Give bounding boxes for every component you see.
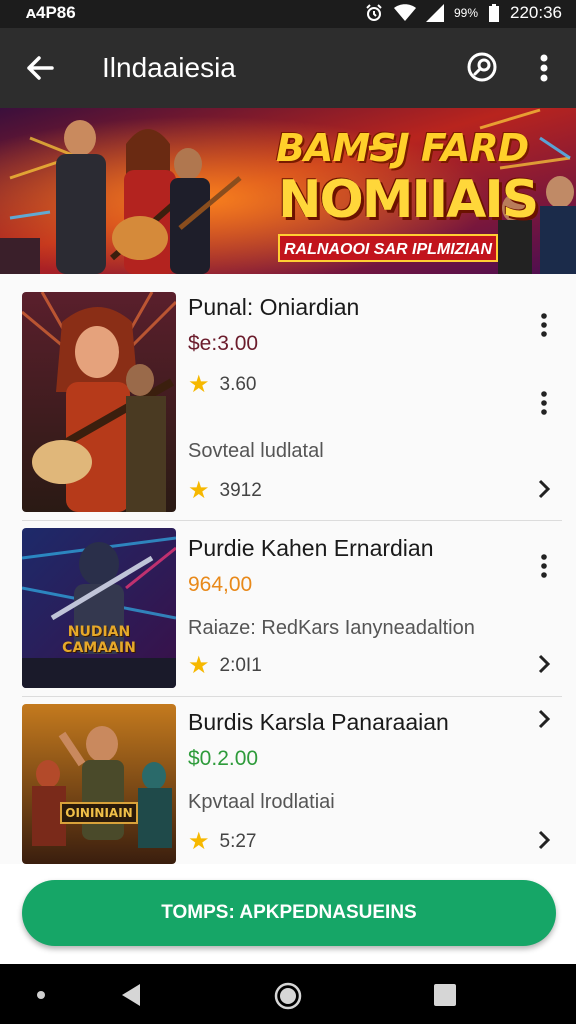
- thumbnail-caption: NUDIAN CAMAAIN: [22, 624, 176, 656]
- list-item[interactable]: Punal: Oniardian $e:3.00 ★ 3.60 Sovteal …: [0, 274, 576, 520]
- page-title: Ilndaaiesia: [102, 52, 236, 83]
- thumbnail-caption: OININIAIN: [60, 802, 138, 824]
- status-bar: ᴀ4P86 99% 220:36: [0, 0, 576, 28]
- cta-container: TOMPS: APKPEDNASUEINS: [0, 864, 576, 964]
- chevron-right-icon[interactable]: [534, 708, 554, 730]
- game-list: Punal: Oniardian $e:3.00 ★ 3.60 Sovteal …: [0, 274, 576, 864]
- rating-value: 3.60: [219, 373, 257, 395]
- alarm-icon: [366, 4, 382, 21]
- star-icon: ★: [188, 652, 210, 679]
- banner-title-line1: BAMꞨJ FARD: [276, 126, 529, 170]
- chevron-right-icon[interactable]: [534, 829, 554, 851]
- game-description: Sovteal ludlatal: [188, 440, 324, 462]
- primary-action-button[interactable]: TOMPS: APKPEDNASUEINS: [22, 880, 556, 946]
- clock: 220:36: [510, 3, 562, 22]
- list-item[interactable]: OININIAIN Burdis Karsla Panaraaian $0.2.…: [0, 697, 576, 864]
- rating-row: ★ 3.60: [188, 370, 257, 399]
- rating-value: 2:0I1: [219, 654, 262, 676]
- rating-value: 5:27: [219, 830, 257, 852]
- game-thumbnail: NUDIAN CAMAAIN: [22, 528, 176, 688]
- game-title: Purdie Kahen Ernardian: [188, 535, 434, 561]
- star-icon: ★: [188, 828, 210, 855]
- item-menu-icon[interactable]: [536, 312, 552, 338]
- game-price: $0.2.00: [188, 747, 259, 770]
- rating-row: ★ 3912: [188, 476, 262, 505]
- chevron-right-icon[interactable]: [534, 653, 554, 675]
- item-menu-icon[interactable]: [536, 390, 552, 416]
- search-icon[interactable]: [464, 50, 500, 86]
- game-description: Kpvtaal lrodlatiai: [188, 791, 335, 813]
- game-description: Raiaze: RedKars Ianyneadaltion: [188, 617, 475, 639]
- game-title: Punal: Oniardian: [188, 294, 360, 320]
- system-nav-bar: [0, 964, 576, 1024]
- status-left-text: ᴀ4P86: [26, 3, 76, 22]
- battery-icon: [489, 4, 499, 22]
- signal-icon: [425, 4, 444, 22]
- game-thumbnail: OININIAIN: [22, 704, 176, 864]
- star-icon: ★: [188, 477, 210, 504]
- battery-text: 99%: [453, 6, 478, 20]
- nav-back-icon[interactable]: [118, 982, 144, 1008]
- app-bar: Ilndaaiesia: [0, 28, 576, 108]
- nav-recents-icon[interactable]: [433, 983, 457, 1007]
- banner-title-line2: NOMIIAIS: [278, 170, 539, 230]
- game-price: 964,00: [188, 573, 253, 596]
- star-icon: ★: [188, 371, 210, 398]
- rating-value: 3912: [219, 479, 262, 501]
- nav-home-icon[interactable]: [273, 981, 303, 1011]
- overflow-menu-icon[interactable]: [528, 50, 560, 86]
- back-arrow-icon[interactable]: [22, 50, 58, 86]
- nav-dot-icon: [37, 991, 45, 999]
- promo-banner[interactable]: BAMꞨJ FARD NOMIIAIS RALNAOOI SAR IPLMIZI…: [0, 108, 576, 274]
- chevron-right-icon[interactable]: [534, 478, 554, 500]
- item-menu-icon[interactable]: [536, 553, 552, 579]
- thumbnail-caption-line2: CAMAAIN: [62, 640, 136, 656]
- game-title: Burdis Karsla Panaraaian: [188, 709, 449, 735]
- status-right-group: 99% 220:36: [364, 3, 562, 23]
- rating-row: ★ 5:27: [188, 827, 257, 856]
- rating-row: ★ 2:0I1: [188, 651, 262, 680]
- list-item[interactable]: NUDIAN CAMAAIN Purdie Kahen Ernardian 96…: [0, 521, 576, 695]
- game-price: $e:3.00: [188, 332, 259, 355]
- banner-subtitle: RALNAOOI SAR IPLMIZIAN: [278, 234, 498, 262]
- wifi-icon: [393, 4, 416, 21]
- thumbnail-caption-line1: NUDIAN: [67, 624, 131, 640]
- game-thumbnail: [22, 292, 176, 512]
